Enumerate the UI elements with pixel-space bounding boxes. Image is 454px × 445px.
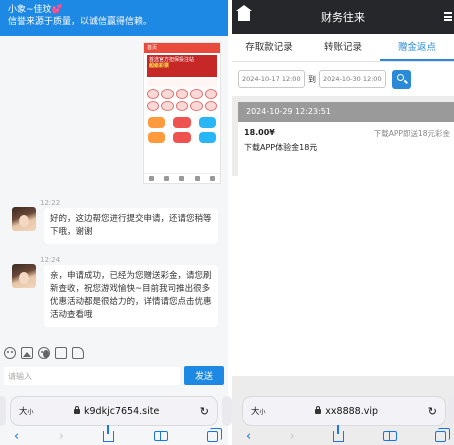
screenshot-attachment[interactable]: 首页 首选官方担保投注站 超级彩票 (143, 42, 221, 184)
lottery-ball (204, 89, 217, 99)
lock-icon (315, 405, 322, 414)
finance-header: 财务往来 (232, 0, 454, 34)
agent-avatar[interactable] (12, 264, 36, 288)
agent-name-text: 小象~佳玟 (8, 5, 52, 15)
feature-icon (173, 132, 191, 143)
url-text: xx8888.vip (325, 405, 379, 417)
search-button[interactable] (392, 70, 411, 89)
reader-options-button[interactable]: 大小 (251, 405, 266, 417)
tab-bar-icon (164, 176, 170, 181)
emoji-icon[interactable] (4, 347, 16, 359)
lottery-ball (175, 101, 189, 111)
bookmarks-icon[interactable] (382, 431, 397, 441)
message-bubble: 亲，申请成功，已经为您赠送彩金，请您刷新查收，祝您游戏愉快~目前我司推出很多优惠… (44, 265, 218, 327)
video-icon[interactable] (38, 347, 50, 359)
composer-toolbar (0, 340, 228, 366)
thumbs-up-icon[interactable] (72, 347, 84, 359)
chat-pane: 小象~佳玟💕 信誉来源于质量，以诚信赢得信赖。 首页 首选官方担保投注站 超级彩… (0, 0, 232, 445)
agent-name: 小象~佳玟💕 (8, 4, 220, 16)
screenshot-notice (147, 79, 217, 87)
bookmarks-icon[interactable] (153, 431, 168, 441)
date-range-separator: 到 (308, 75, 316, 84)
start-date-field[interactable] (238, 70, 305, 88)
next-tab-edge[interactable] (222, 396, 232, 426)
tab-bar-icon (209, 176, 215, 181)
send-button[interactable]: 发送 (184, 366, 224, 385)
end-date-field[interactable] (319, 70, 386, 88)
menu-icon[interactable] (444, 12, 452, 21)
screenshot-banner-line2: 超级彩票 (149, 63, 170, 69)
feature-icon (173, 117, 191, 128)
forward-icon[interactable]: › (290, 429, 295, 444)
reader-aa-large: 大 (19, 407, 28, 417)
tab-transfer[interactable]: 转账记录 (306, 34, 380, 61)
search-icon (397, 74, 404, 81)
lottery-ball (175, 89, 189, 99)
chat-header: 小象~佳玟💕 信誉来源于质量，以诚信赢得信赖。 (0, 0, 228, 36)
previous-tab-edge[interactable] (0, 396, 6, 426)
empty-area (232, 176, 454, 376)
address-bar[interactable]: 大小 xx8888.vip ↻ (242, 396, 446, 426)
back-icon[interactable]: ‹ (14, 429, 19, 444)
tab-bar-icon (194, 176, 200, 181)
record-datetime: 2024-10-29 12:23:51 (238, 102, 454, 122)
screenshot-banner: 首选官方担保投注站 超级彩票 (147, 55, 217, 77)
image-icon[interactable] (21, 347, 33, 359)
lottery-ball (204, 101, 217, 111)
feature-icon (148, 117, 166, 128)
page-title: 财务往来 (321, 11, 365, 24)
finance-tabs: 存取款记录 转账记录 赠金返点 (232, 34, 454, 62)
url-display[interactable]: xx8888.vip (266, 405, 428, 417)
heart-icon: 💕 (51, 5, 63, 15)
reload-icon[interactable]: ↻ (428, 405, 437, 418)
feature-icon (198, 132, 216, 143)
share-icon[interactable] (333, 424, 345, 442)
next-tab-edge[interactable] (448, 396, 454, 426)
screenshot-top-bar: 首页 (144, 43, 220, 53)
message-timestamp: 12:24 (40, 256, 61, 264)
lottery-ball (147, 101, 160, 111)
feature-icon (148, 132, 166, 143)
url-text: k9dkjc7654.site (84, 405, 160, 417)
tab-bar-icon (149, 176, 155, 181)
tabs-icon[interactable] (434, 427, 450, 442)
tab-bonus-rebate[interactable]: 赠金返点 (380, 34, 454, 61)
forward-icon[interactable]: › (59, 429, 64, 444)
record-row: 18.00¥ 下载APP即送18元彩金 下载APP体验金18元 (238, 122, 454, 176)
reload-icon[interactable]: ↻ (200, 405, 209, 418)
lock-icon (74, 405, 80, 414)
finance-pane: 财务往来 存取款记录 转账记录 赠金返点 到 2024-10-29 12:23:… (232, 0, 454, 445)
tab-deposit-withdraw[interactable]: 存取款记录 (232, 34, 306, 61)
agent-avatar[interactable] (12, 207, 36, 231)
browser-toolbar: ‹ › (246, 424, 450, 445)
lottery-ball (161, 89, 174, 99)
record-type: 下载APP即送18元彩金 (373, 129, 450, 138)
lottery-ball (190, 101, 203, 111)
screenshot-lottery-balls (147, 89, 217, 111)
screenshot-feature-icons (148, 117, 216, 143)
reader-options-button[interactable]: 大小 (19, 405, 34, 417)
browser-toolbar: ‹ › (14, 424, 222, 445)
message-timestamp: 12:22 (40, 199, 61, 207)
date-filter: 到 (232, 62, 454, 96)
message-bubble: 好的，这边帮您进行提交申请，还请您稍等下哦，谢谢 (44, 208, 218, 244)
file-icon[interactable] (55, 347, 67, 359)
tab-bar-icon (179, 176, 185, 181)
screenshot-tab-bar (144, 173, 220, 183)
reader-aa-large: 大 (251, 407, 260, 417)
agent-slogan: 信誉来源于质量，以诚信赢得信赖。 (8, 17, 153, 27)
lottery-ball (161, 101, 174, 111)
record-description: 下载APP体验金18元 (244, 143, 318, 152)
share-icon[interactable] (103, 424, 115, 442)
home-icon[interactable] (236, 5, 252, 21)
back-icon[interactable]: ‹ (246, 429, 251, 444)
tabs-icon[interactable] (206, 427, 222, 442)
lottery-ball (147, 89, 160, 99)
url-display[interactable]: k9dkjc7654.site (34, 405, 200, 417)
feature-icon (198, 117, 216, 128)
lottery-ball (190, 89, 203, 99)
message-input[interactable] (4, 367, 180, 385)
address-bar[interactable]: 大小 k9dkjc7654.site ↻ (10, 396, 218, 426)
